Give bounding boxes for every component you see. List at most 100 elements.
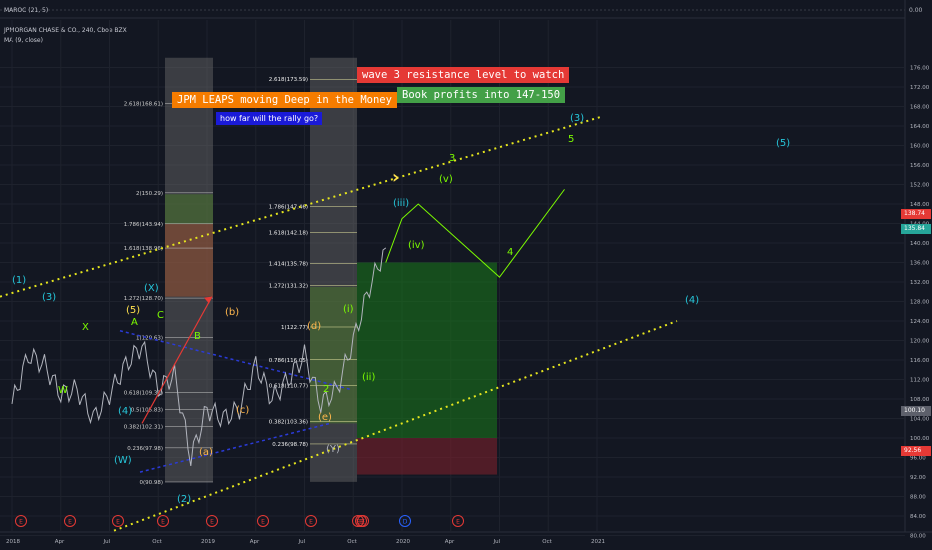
wave-label: (i) — [343, 304, 354, 315]
book-profits-annotation: Book profits into 147-150 — [397, 87, 566, 103]
wave-label: (3) — [42, 292, 56, 303]
fib-level-label: 1(122.77) — [281, 325, 308, 331]
wave-label: C — [157, 310, 164, 321]
y-tick-label: 84.00 — [910, 514, 926, 520]
y-tick-label: 96.00 — [910, 456, 926, 462]
fib-level-label: 1.272(128.70) — [124, 296, 163, 302]
event-marker-label: E — [261, 519, 265, 526]
y-tick-label: 116.00 — [910, 358, 930, 364]
fib-level-label: 2.618(173.59) — [269, 77, 308, 83]
event-marker-label: E — [19, 519, 23, 526]
y-tick-label: 176.00 — [910, 66, 930, 72]
wave-label: X — [82, 322, 89, 333]
y-tick-label: 100.00 — [910, 436, 930, 442]
wave-label: (e) — [318, 412, 332, 423]
y-tick-label: 104.00 — [910, 417, 930, 423]
y-tick-label: 148.00 — [910, 202, 930, 208]
x-tick-label: Apr — [250, 539, 260, 545]
y-tick-label: 136.00 — [910, 261, 930, 267]
wave-label: (1) — [12, 275, 26, 286]
wave-label: (4) — [118, 406, 132, 417]
event-marker-label: E — [161, 519, 165, 526]
wave3-annotation: wave 3 resistance level to watch — [357, 67, 570, 83]
fib-level-label: 0.5(105.83) — [131, 408, 163, 414]
x-tick-label: Jul — [298, 539, 306, 545]
y-tick-label: 120.00 — [910, 339, 930, 345]
x-tick-label: Apr — [445, 539, 455, 545]
maroc-value-label: 0.00 — [909, 7, 923, 14]
wave-label: (4) — [685, 295, 699, 306]
fib-zone-left-green — [165, 194, 213, 224]
wave-label: (3) — [570, 113, 584, 124]
wave-label: (Y) — [326, 444, 340, 455]
wave-label: 3 — [449, 153, 455, 164]
event-marker-label: E — [116, 519, 120, 526]
event-marker-label: D — [403, 519, 408, 526]
wave-label: (X) — [144, 283, 159, 294]
fib-level-label: 0(90.98) — [139, 480, 163, 486]
wave-label: (d) — [307, 321, 321, 332]
y-tick-label: 92.00 — [910, 475, 926, 481]
fib-zone-left-brown — [165, 223, 213, 297]
event-marker-label: E — [210, 519, 214, 526]
y-tick-label: 80.00 — [910, 534, 926, 540]
event-marker-label: E — [68, 519, 72, 526]
x-tick-label: 2021 — [591, 539, 605, 545]
leaps-annotation: JPM LEAPS moving Deep in the Money — [172, 92, 397, 108]
y-tick-label: 164.00 — [910, 124, 930, 130]
y-tick-label: 124.00 — [910, 319, 930, 325]
wave-label: (iii) — [393, 198, 409, 209]
chevron-icon: › — [392, 167, 399, 188]
x-tick-label: Apr — [55, 539, 65, 545]
fib-level-label: 0.382(102.31) — [124, 425, 163, 431]
x-tick-label: Jul — [493, 539, 501, 545]
x-tick-label: Oct — [542, 539, 552, 545]
low-price-tag: 92.56 — [901, 446, 931, 456]
y-tick-label: 172.00 — [910, 85, 930, 91]
y-tick-label: 152.00 — [910, 183, 930, 189]
last-price-tag: 138.74 — [901, 209, 931, 219]
long-position-stop — [357, 438, 497, 475]
wave-label: 2 — [323, 384, 329, 395]
wave-label: (5) — [776, 138, 790, 149]
fib-level-label: 1.618(142.18) — [269, 230, 308, 236]
wave-label: B — [194, 331, 201, 342]
long-position-target — [357, 262, 497, 438]
y-tick-label: 132.00 — [910, 280, 930, 286]
event-marker-label: E — [456, 519, 460, 526]
wave-label: (2) — [177, 494, 191, 505]
fib-level-label: 2(150.29) — [136, 191, 163, 197]
fib-level-label: 1.414(135.78) — [269, 262, 308, 268]
fib-level-label: 0.236(97.98) — [127, 446, 163, 452]
fib-level-label: 1.786(143.94) — [124, 222, 163, 228]
event-marker-label: E — [309, 519, 313, 526]
y-tick-label: 156.00 — [910, 163, 930, 169]
y-tick-label: 140.00 — [910, 241, 930, 247]
y-tick-label: 88.00 — [910, 495, 926, 501]
fib-level-label: 2.618(168.61) — [124, 102, 163, 108]
fib-level-label: 0.382(103.36) — [269, 420, 308, 426]
wave-label: (b) — [225, 307, 239, 318]
wave-label: (v) — [439, 174, 453, 185]
x-tick-label: Oct — [347, 539, 357, 545]
wave-label: (5) — [126, 305, 140, 316]
wave-label: (ii) — [362, 372, 375, 383]
rally-annotation: how far will the rally go? — [216, 112, 323, 125]
wave-label: W — [58, 385, 68, 396]
fib-level-label: 1.618(138.96) — [124, 246, 163, 252]
x-tick-label: Jul — [103, 539, 111, 545]
x-tick-label: 2019 — [201, 539, 215, 545]
wave-label: (a) — [199, 447, 213, 458]
y-tick-label: 160.00 — [910, 144, 930, 150]
y-tick-label: 112.00 — [910, 378, 930, 384]
event-marker-label: E — [361, 519, 365, 526]
wave-label: (iv) — [408, 240, 425, 251]
y-tick-label: 168.00 — [910, 105, 930, 111]
fib-level-label: 1.272(131.32) — [269, 283, 308, 289]
y-tick-label: 128.00 — [910, 300, 930, 306]
ma-price-tag: 135.84 — [901, 224, 931, 234]
x-tick-label: Oct — [152, 539, 162, 545]
fib-level-label: 0.236(98.78) — [272, 442, 308, 448]
wave-label: 5 — [568, 134, 574, 145]
wave-label: A — [131, 317, 138, 328]
